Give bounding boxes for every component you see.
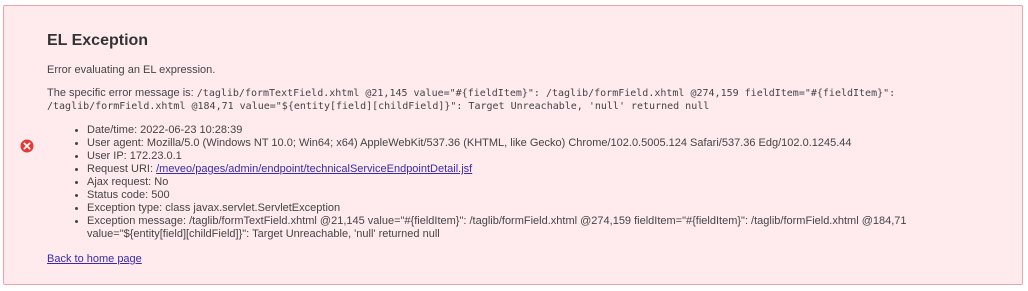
error-summary: Error evaluating an EL expression. <box>47 64 216 76</box>
specific-error-message: The specific error message is: /taglib/f… <box>47 87 1007 113</box>
error-panel: EL Exception Error evaluating an EL expr… <box>3 5 1023 285</box>
exception-message-line-2: value="${entity[field][childField]}": Ta… <box>87 228 440 240</box>
specific-error-line-2: /taglib/formField.xhtml @184,71 value="$… <box>47 101 710 112</box>
page-title: EL Exception <box>47 32 149 49</box>
detail-ajax-request: Ajax request: No <box>75 176 1017 189</box>
detail-datetime: Date/time: 2022-06-23 10:28:39 <box>75 124 1017 137</box>
detail-exception-message: Exception message: /taglib/formTextField… <box>75 215 1017 241</box>
request-uri-link[interactable]: /meveo/pages/admin/endpoint/technicalSer… <box>156 163 472 175</box>
specific-error-line-1: /taglib/formTextField.xhtml @21,145 valu… <box>196 88 896 99</box>
exception-message-line-1: Exception message: /taglib/formTextField… <box>87 215 907 227</box>
specific-error-prefix: The specific error message is: <box>47 87 197 99</box>
detail-user-agent: User agent: Mozilla/5.0 (Windows NT 10.0… <box>75 137 1017 150</box>
detail-user-ip: User IP: 172.23.0.1 <box>75 150 1017 163</box>
detail-status-code: Status code: 500 <box>75 189 1017 202</box>
request-uri-label: Request URI: <box>87 163 157 175</box>
detail-request-uri: Request URI: /meveo/pages/admin/endpoint… <box>75 163 1017 176</box>
error-details-list: Date/time: 2022-06-23 10:28:39 User agen… <box>47 124 1017 241</box>
error-circle-icon <box>20 139 34 153</box>
back-to-home-link[interactable]: Back to home page <box>47 253 142 265</box>
detail-exception-type: Exception type: class javax.servlet.Serv… <box>75 202 1017 215</box>
